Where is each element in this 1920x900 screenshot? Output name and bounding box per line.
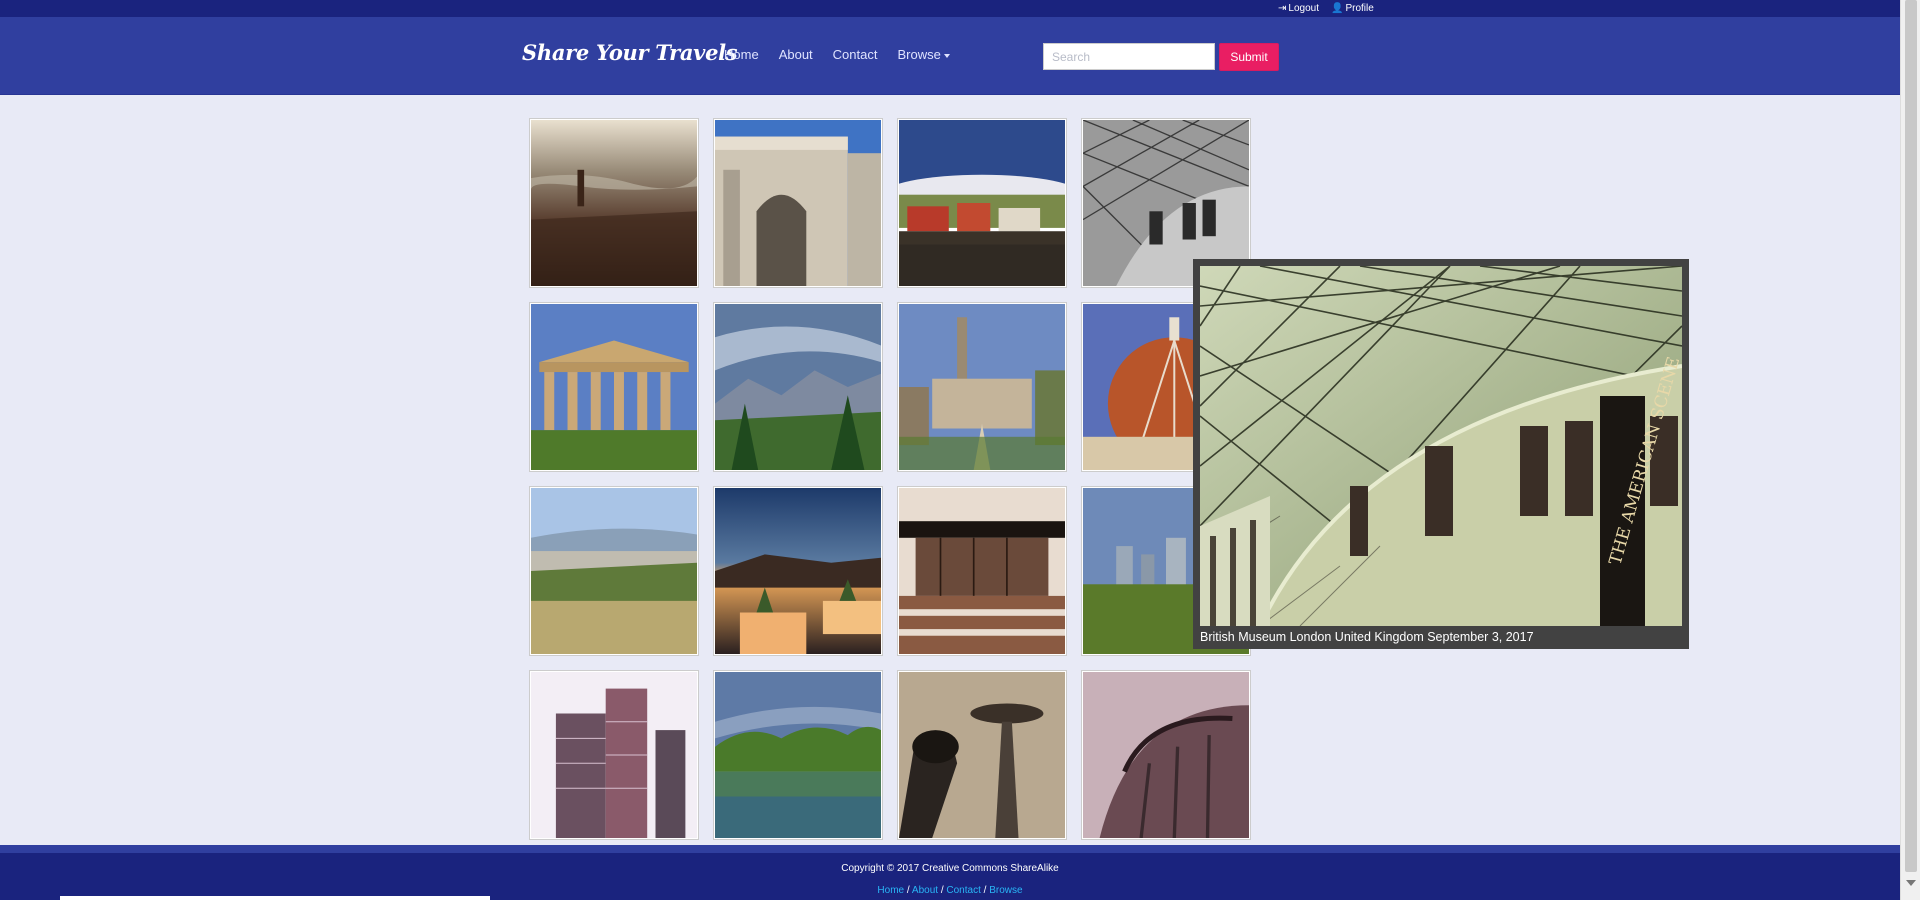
- submit-button[interactable]: Submit: [1219, 43, 1279, 71]
- caret-down-icon: [943, 53, 950, 58]
- triumphal-arch-photo: [715, 120, 881, 286]
- photo-thumbnail[interactable]: [1081, 670, 1251, 840]
- preview-caption: British Museum London United Kingdom Sep…: [1200, 630, 1534, 644]
- nav-menu: Home About Contact Browse: [724, 47, 950, 62]
- logout-label: Logout: [1288, 3, 1319, 14]
- footer-link-home[interactable]: Home: [877, 885, 904, 896]
- logout-icon: ⇥: [1278, 2, 1287, 14]
- scrollbar-thumb[interactable]: [1905, 0, 1917, 872]
- curved-building-photo: [1083, 672, 1249, 838]
- image-preview-popup: THE AMERICAN SCENE British Museum London…: [1193, 259, 1689, 649]
- nav-browse-dropdown[interactable]: Browse: [897, 47, 950, 62]
- copyright-text: Copyright © 2017 Creative Commons ShareA…: [841, 863, 1059, 874]
- british-museum-photo: THE AMERICAN SCENE: [1200, 266, 1682, 626]
- photo-thumbnail[interactable]: [897, 670, 1067, 840]
- glass-towers-photo: [531, 672, 697, 838]
- photo-thumbnail[interactable]: [529, 302, 699, 472]
- top-utility-bar: ⇥ Logout 👤 Profile: [0, 0, 1900, 17]
- main-navbar: Share Your Travels Home About Contact Br…: [0, 17, 1900, 95]
- scroll-down-icon[interactable]: [1906, 880, 1916, 886]
- account-links: ⇥ Logout 👤 Profile: [1278, 0, 1374, 17]
- photo-thumbnail[interactable]: [897, 118, 1067, 288]
- lake-forest-photo: [715, 672, 881, 838]
- nav-browse-label: Browse: [897, 47, 941, 62]
- nav-home[interactable]: Home: [724, 47, 759, 62]
- church-courtyard-photo: [899, 304, 1065, 470]
- footer-link-contact[interactable]: Contact: [946, 885, 980, 896]
- space-needle-photo: [899, 672, 1065, 838]
- harbor-town-photo: [899, 120, 1065, 286]
- footer-link-about[interactable]: About: [912, 885, 938, 896]
- logout-link[interactable]: ⇥ Logout: [1278, 3, 1319, 14]
- photo-thumbnail[interactable]: [529, 670, 699, 840]
- photo-thumbnail[interactable]: [713, 670, 883, 840]
- photo-gallery: [529, 118, 1251, 840]
- profile-label: Profile: [1345, 3, 1374, 14]
- footer-accent-bar: [0, 845, 1900, 853]
- profile-link[interactable]: 👤 Profile: [1331, 3, 1374, 14]
- vertical-scrollbar[interactable]: [1900, 0, 1920, 900]
- photo-thumbnail[interactable]: [529, 118, 699, 288]
- photo-thumbnail[interactable]: [897, 486, 1067, 656]
- nav-about[interactable]: About: [779, 47, 813, 62]
- greek-temple-photo: [531, 304, 697, 470]
- footer-links: Home / About / Contact / Browse: [877, 885, 1023, 896]
- site-footer: Copyright © 2017 Creative Commons ShareA…: [0, 853, 1900, 900]
- mountain-valley-photo: [715, 304, 881, 470]
- modern-pavilion-photo: [899, 488, 1065, 654]
- photo-thumbnail[interactable]: [713, 302, 883, 472]
- city-river-photo: [531, 120, 697, 286]
- horizontal-scroll-indicator: [60, 896, 490, 900]
- site-brand[interactable]: Share Your Travels: [522, 40, 738, 65]
- photo-thumbnail[interactable]: [897, 302, 1067, 472]
- photo-thumbnail[interactable]: [713, 486, 883, 656]
- sunset-terrace-photo: [715, 488, 881, 654]
- photo-thumbnail[interactable]: [529, 486, 699, 656]
- footer-link-browse[interactable]: Browse: [989, 885, 1022, 896]
- search-input[interactable]: [1043, 43, 1215, 70]
- nav-contact[interactable]: Contact: [833, 47, 878, 62]
- ancient-theater-photo: [531, 488, 697, 654]
- user-icon: 👤: [1330, 2, 1344, 14]
- photo-thumbnail[interactable]: [713, 118, 883, 288]
